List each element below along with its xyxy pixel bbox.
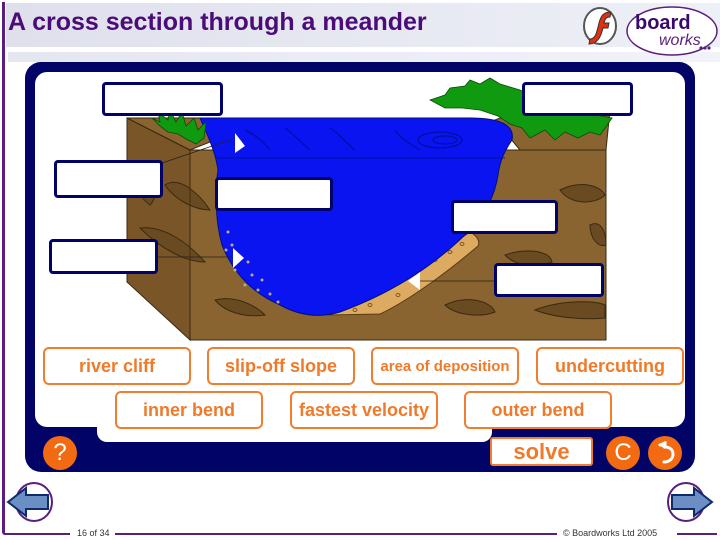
drop-box-right-lower[interactable] bbox=[494, 263, 604, 297]
word-outer-bend[interactable]: outer bend bbox=[464, 391, 612, 429]
solve-button[interactable]: solve bbox=[490, 437, 593, 466]
copyright-text: © Boardworks Ltd 2005 bbox=[563, 528, 658, 538]
soil-side-face bbox=[126, 117, 191, 342]
word-area-of-deposition[interactable]: area of deposition bbox=[371, 347, 519, 385]
drop-box-left-upper[interactable] bbox=[54, 160, 163, 198]
footer-line-right bbox=[677, 533, 717, 535]
footer-line-left bbox=[5, 533, 70, 535]
drop-box-top-right[interactable] bbox=[522, 82, 633, 116]
clear-button[interactable]: C bbox=[606, 436, 640, 470]
footer-line-middle bbox=[115, 533, 557, 535]
word-fastest-velocity[interactable]: fastest velocity bbox=[290, 391, 438, 429]
word-slip-off-slope[interactable]: slip-off slope bbox=[207, 347, 355, 385]
word-inner-bend[interactable]: inner bend bbox=[115, 391, 263, 429]
drop-box-top-left[interactable] bbox=[102, 82, 223, 116]
drop-box-right-middle[interactable] bbox=[451, 200, 558, 234]
undo-icon bbox=[658, 441, 675, 464]
word-undercutting[interactable]: undercutting bbox=[536, 347, 684, 385]
previous-slide-button[interactable] bbox=[4, 482, 54, 522]
drop-box-left-lower[interactable] bbox=[49, 239, 158, 274]
next-slide-button[interactable] bbox=[666, 482, 716, 522]
undo-button[interactable] bbox=[648, 436, 682, 470]
word-river-cliff[interactable]: river cliff bbox=[43, 347, 191, 385]
help-button[interactable]: ? bbox=[43, 436, 77, 470]
drop-box-center[interactable] bbox=[215, 177, 333, 211]
page-counter: 16 of 34 bbox=[77, 528, 110, 538]
